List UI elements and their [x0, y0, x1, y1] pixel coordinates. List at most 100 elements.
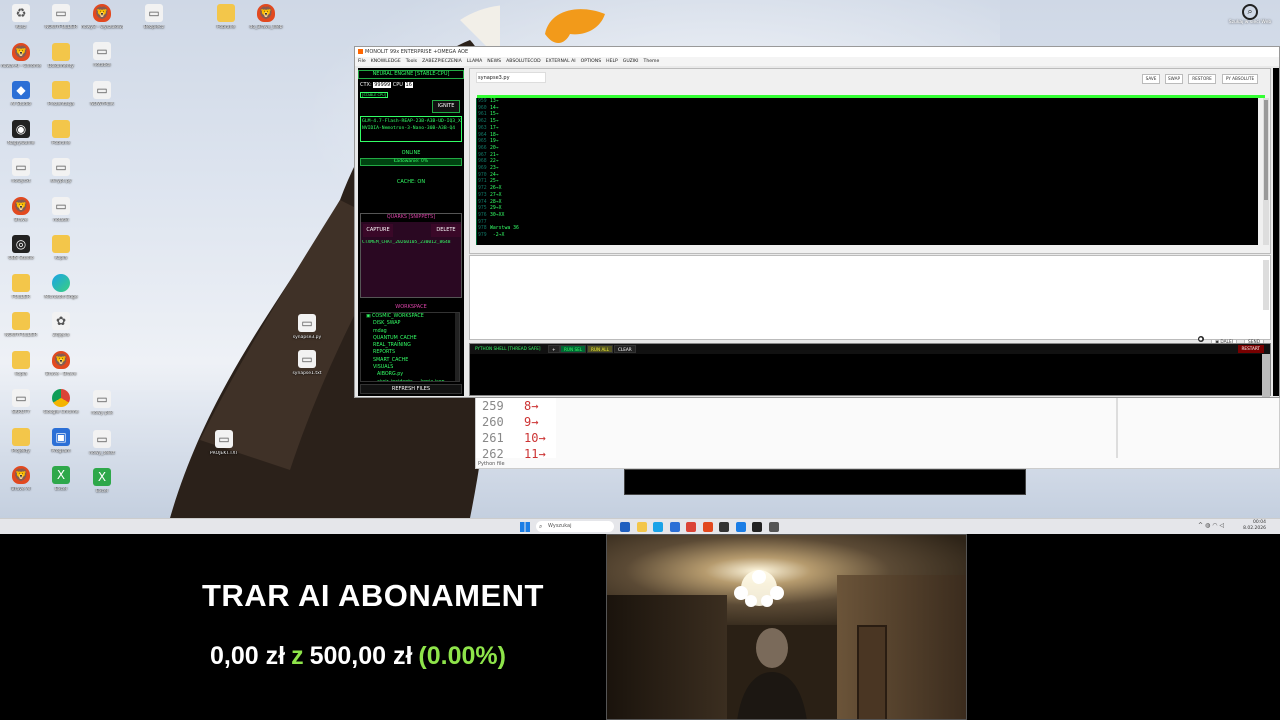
terminal-icon[interactable] [752, 522, 762, 532]
desktop-icon[interactable]: Microsoft Edge [40, 273, 82, 301]
system-tray-icons[interactable]: ^◍◠◁ [1198, 522, 1226, 529]
task-view-icon[interactable] [620, 522, 630, 532]
wifi-icon[interactable]: ◠ [1212, 522, 1219, 529]
capture-button[interactable]: CAPTURE [363, 224, 393, 237]
mail-icon[interactable] [735, 522, 746, 532]
editor-scrollbar-thumb[interactable] [1264, 100, 1268, 200]
record-icon[interactable]: ● [1197, 335, 1204, 342]
desktop-icon[interactable]: ▭ NOWYFOLDER [40, 4, 82, 31]
desktop-icon[interactable]: FOLDER [0, 273, 42, 301]
desktop-icon[interactable]: ♻ Kosz [0, 4, 42, 31]
restart-button[interactable]: RESTART [1237, 345, 1264, 353]
model-list[interactable]: GLM-4.7-Flash-REAP-23B-A3B-UD-IQ3_XXS NVI… [360, 116, 462, 142]
shell-scrollbar[interactable] [1262, 354, 1270, 397]
desktop-icon[interactable]: 🦁 nowa-AI - Chrome [0, 42, 42, 70]
desktop-icon[interactable]: ▭ Bezpiecz [133, 4, 175, 31]
desktop-icon[interactable]: Google Chrome [40, 389, 82, 416]
background-editor-window[interactable]: 259 8→ 260 9→ 261 10→ 262 11→ Python file [475, 397, 1280, 469]
quark-item[interactable]: CTXMEM_CHAT_20260105_230012_8648 [362, 240, 462, 245]
ctx-input[interactable]: 99999 [373, 82, 392, 88]
ignite-button[interactable]: IGNITE [432, 100, 460, 113]
desktop-file[interactable]: ▭ synapse1.txt [286, 350, 328, 377]
app-icon[interactable] [719, 522, 729, 532]
file-explorer-icon[interactable] [636, 522, 647, 532]
desktop-icon[interactable]: 🦁 nowy3 - wyszukiwanie [81, 4, 123, 31]
desktop-icon[interactable]: ▭ nowy_tekst [81, 430, 123, 457]
desktop-icon[interactable]: Projekty [0, 427, 42, 455]
menu-item[interactable]: OPTIONS [581, 59, 602, 64]
swap-button[interactable]: SWAP [1165, 74, 1183, 84]
edge-icon[interactable] [653, 522, 663, 532]
desktop-icon[interactable]: ▭ notatki [40, 196, 82, 224]
model-item[interactable]: GLM-4.7-Flash-REAP-23B-A3B-UD-IQ3_XXS [362, 118, 461, 125]
desktop-icon[interactable]: ✿ Zdjęcia [40, 312, 82, 339]
menu-item[interactable]: EXTERNAL AI [546, 59, 576, 64]
desktop-file[interactable]: ▭ PROJEKT.TXT [203, 430, 245, 457]
chevron-up-icon[interactable]: ^ [1198, 522, 1205, 529]
menu-item[interactable]: Theme [644, 59, 660, 64]
tree-scrollbar[interactable] [455, 313, 459, 381]
menu-item[interactable]: NEWS [487, 59, 501, 64]
tree-item-folder[interactable]: REPORTS [361, 349, 459, 356]
chat-scrollbar[interactable] [1263, 260, 1269, 310]
tree-item-root[interactable]: ▣ COSMIC_WORKSPACE [361, 313, 459, 320]
chat-panel[interactable]: ● ▣ DALEJ SEND [469, 255, 1271, 347]
menu-item[interactable]: GUZIKI [623, 59, 639, 64]
desktop-icon[interactable]: ◆ AI Studio [0, 81, 42, 108]
tree-item-folder[interactable]: REAL_TRAINING [361, 342, 459, 349]
windows-start-icon[interactable] [520, 522, 530, 532]
add-shell-button[interactable]: + [548, 345, 560, 353]
menu-item[interactable]: File [358, 59, 366, 64]
tree-item-folder[interactable]: QUANTUM_CACHE [361, 335, 459, 342]
store-icon[interactable] [669, 522, 680, 532]
desktop-icon[interactable]: ▭ SKRÓTY [0, 389, 42, 416]
desktop-icon[interactable]: ▭ skrypt.py [40, 158, 82, 185]
tree-item-file[interactable]: AIBORG.py [361, 371, 459, 378]
model-item[interactable]: NVIDIA-Nemotron-3-Nano-30B-A3B-Q4 [362, 125, 460, 132]
ide-window[interactable]: MONOLIT 99x ENTERPRISE +OMEGA AOE File KN… [354, 46, 1280, 398]
desktop-icon[interactable]: X Excel [81, 468, 123, 495]
cpu-input[interactable]: 16 [404, 82, 413, 88]
editor-scrollbar[interactable] [1263, 98, 1269, 245]
ide-title-bar[interactable]: MONOLIT 99x ENTERPRISE +OMEGA AOE [355, 47, 1279, 57]
desktop-icon[interactable]: Prezentacja [40, 81, 82, 108]
desktop-icon[interactable]: 🦁 Brave AI [0, 466, 42, 493]
taskbar-search[interactable]: ⌕ Wyszukaj [536, 521, 614, 532]
run-sel-button[interactable]: RUN SEL [560, 345, 587, 353]
desktop-icon[interactable]: ▣ Program [40, 427, 82, 455]
desktop-icon[interactable]: 🦁 do_Brave_Web [245, 4, 287, 31]
menu-item[interactable]: ZABEZPIECZENIA [422, 59, 462, 64]
desktop-icon[interactable]: ▭ NOWYPLIK [81, 81, 123, 108]
desktop-icon[interactable]: ◉ Nagrywanie [0, 119, 42, 147]
tree-item-file[interactable]: aiwir_incidents — kopia.json [361, 379, 459, 381]
refresh-files-button[interactable]: REFRESH FILES [360, 384, 462, 394]
search-web-widget[interactable]: ⌕ Szukaj w sieci Web [1228, 4, 1272, 25]
desktop-icon[interactable]: Pobrane [40, 119, 82, 147]
py-absolute-button[interactable]: PY ABSOLUTE [1222, 74, 1258, 84]
tree-item-folder[interactable]: VISUALS [361, 364, 459, 371]
desktop-icon[interactable]: Kopia [40, 235, 82, 262]
code-area[interactable]: 959 13→ 960 14→ 961 15→ 962 15→ 963 17→ 964 18→ 965 1… [476, 98, 1258, 245]
chrome-icon[interactable] [686, 522, 696, 532]
desktop-file[interactable]: ▭ synapse3.py [286, 314, 328, 341]
desktop-icon[interactable]: ▭ nowy.txt [0, 158, 42, 185]
run-all-button[interactable]: RUN ALL [587, 345, 613, 353]
desktop-icon[interactable]: Dokumenty [40, 42, 82, 70]
desktop-icon[interactable]: Pobrane [205, 4, 247, 31]
python-shell[interactable]: PYTHON SHELL [THREAD SAFE] + RUN SEL RUN A… [469, 343, 1271, 397]
save-button[interactable]: SAVE [1142, 74, 1160, 84]
desktop-icon[interactable]: 🦁 Brave - Brave [40, 350, 82, 378]
desktop-icon[interactable]: X Excel [40, 466, 82, 493]
app2-icon[interactable] [768, 522, 779, 532]
tree-item-folder[interactable]: SMART_CACHE [361, 357, 459, 364]
brave-icon[interactable] [702, 522, 713, 532]
clear-button[interactable]: CLEAR [614, 345, 636, 353]
clock[interactable]: 00:04 8.02.2026 [1243, 520, 1266, 532]
delete-button[interactable]: DELETE [431, 224, 461, 237]
desktop-icon[interactable]: ▭ notatka [81, 42, 123, 69]
desktop-icon[interactable]: kopia [0, 350, 42, 378]
menu-item[interactable]: Tools [406, 59, 417, 64]
restore-button[interactable]: RESTORE [1188, 74, 1216, 84]
desktop-icon[interactable]: ◎ OBS Studio [0, 235, 42, 262]
menu-item[interactable]: ABSOLUTECOD [506, 59, 541, 64]
